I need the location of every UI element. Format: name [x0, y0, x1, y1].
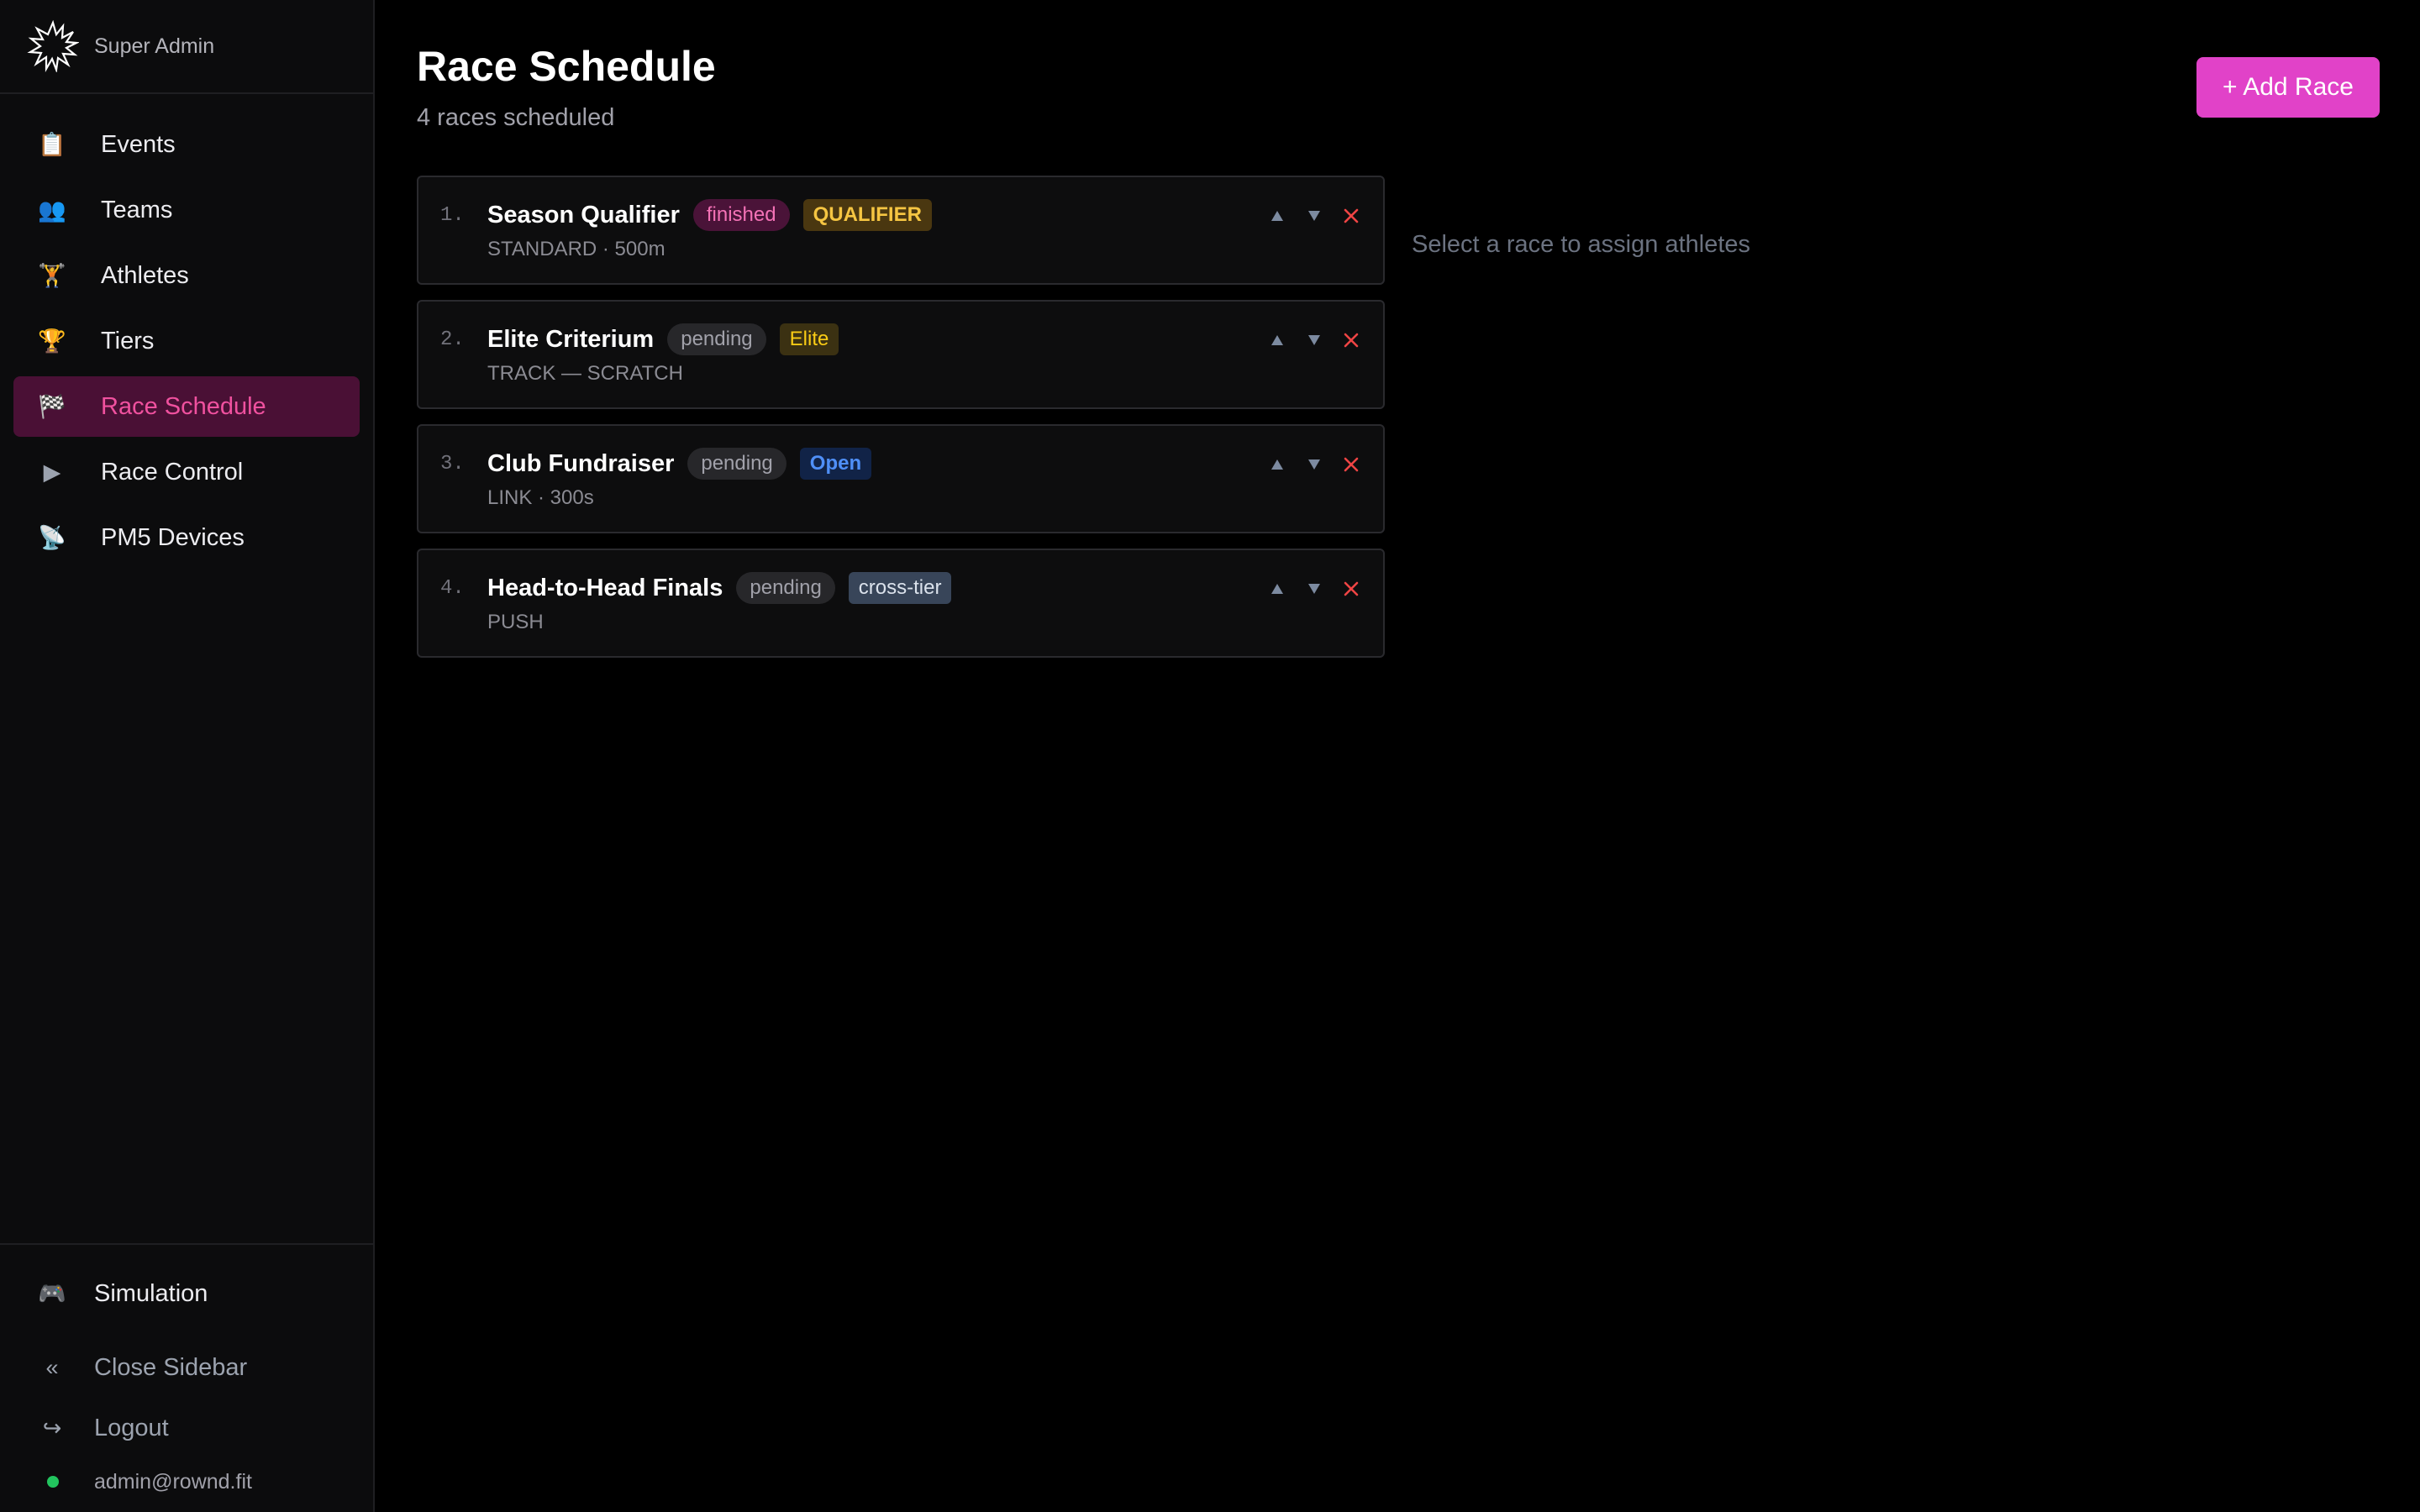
game-controller-icon: 🎮 — [38, 1281, 66, 1306]
sidebar-item-label: Race Schedule — [101, 392, 266, 420]
move-down-icon[interactable] — [1306, 449, 1323, 480]
delete-icon[interactable] — [1343, 325, 1360, 355]
race-number: 3. — [440, 452, 465, 475]
sidebar-item-simulation[interactable]: 🎮 Simulation — [0, 1263, 373, 1324]
race-card-actions — [1269, 201, 1360, 231]
weightlifter-icon: 🏋 — [38, 263, 66, 288]
move-up-icon[interactable] — [1269, 325, 1286, 355]
brand-header: Super Admin — [0, 0, 373, 94]
race-header-row: 1. Season Qualifier finished QUALIFIER — [440, 197, 1383, 233]
sidebar-item-label: Simulation — [94, 1279, 208, 1307]
starburst-logo-icon — [27, 20, 79, 72]
trophy-icon: 🏆 — [38, 328, 66, 354]
sidebar-item-athletes[interactable]: 🏋 Athletes — [13, 245, 360, 306]
schedule-content: 1. Season Qualifier finished QUALIFIER STAND… — [417, 176, 2380, 673]
clipboard-icon: 📋 — [38, 132, 66, 157]
race-card[interactable]: 4. Head-to-Head Finals pending cross-tier PU… — [417, 549, 1385, 658]
race-card-actions — [1269, 574, 1360, 604]
move-up-icon[interactable] — [1269, 201, 1286, 231]
race-tier-tag: QUALIFIER — [802, 199, 932, 231]
race-status-badge: pending — [687, 448, 786, 480]
app-root: Super Admin 📋 Events 👥 Teams 🏋 Athletes 🏆 Tiers… — [0, 0, 2420, 1512]
logout-button[interactable]: ↪ Logout — [0, 1398, 373, 1458]
sidebar-item-race-schedule[interactable]: 🏁 Race Schedule — [13, 376, 360, 437]
race-list: 1. Season Qualifier finished QUALIFIER STAND… — [417, 176, 1385, 673]
race-name: Elite Criterium — [487, 325, 655, 353]
race-status-badge: pending — [736, 572, 835, 604]
race-tier-tag: Elite — [779, 323, 839, 355]
race-number: 4. — [440, 576, 465, 600]
add-race-button[interactable]: + Add Race — [2196, 57, 2380, 118]
move-down-icon[interactable] — [1306, 201, 1323, 231]
move-up-icon[interactable] — [1269, 574, 1286, 604]
race-status-badge: finished — [692, 199, 790, 231]
sidebar-item-teams[interactable]: 👥 Teams — [13, 180, 360, 240]
double-chevron-left-icon: « — [45, 1354, 59, 1380]
page-title: Race Schedule — [417, 43, 716, 90]
sidebar-item-label: Tiers — [101, 327, 155, 354]
sidebar: Super Admin 📋 Events 👥 Teams 🏋 Athletes 🏆 Tiers… — [0, 0, 375, 1512]
assign-athletes-placeholder: Select a race to assign athletes — [1412, 231, 1751, 258]
play-button-icon: ▶ — [43, 459, 61, 485]
race-header-row: 2. Elite Criterium pending Elite — [440, 322, 1383, 357]
satellite-antenna-icon: 📡 — [38, 525, 66, 550]
delete-icon[interactable] — [1343, 201, 1360, 231]
sidebar-footer: 🎮 Simulation « Close Sidebar ↪ Logout ad… — [0, 1243, 373, 1512]
race-header-row: 4. Head-to-Head Finals pending cross-tier — [440, 570, 1383, 606]
race-format-meta: STANDARD · 500m — [487, 238, 666, 260]
delete-icon[interactable] — [1343, 449, 1360, 480]
move-up-icon[interactable] — [1269, 449, 1286, 480]
checkered-flag-icon: 🏁 — [38, 394, 66, 419]
people-icon: 👥 — [38, 197, 66, 223]
race-name: Season Qualifier — [487, 201, 680, 228]
close-sidebar-button[interactable]: « Close Sidebar — [0, 1337, 373, 1398]
delete-icon[interactable] — [1343, 574, 1360, 604]
sidebar-item-race-control[interactable]: ▶ Race Control — [13, 442, 360, 502]
sidebar-item-label: Events — [101, 130, 176, 158]
race-tier-tag: Open — [799, 448, 872, 480]
race-number: 1. — [440, 203, 465, 227]
sidebar-item-label: Race Control — [101, 458, 244, 486]
race-name: Club Fundraiser — [487, 449, 675, 477]
current-user: admin@rownd.fit — [0, 1458, 373, 1505]
sidebar-item-tiers[interactable]: 🏆 Tiers — [13, 311, 360, 371]
race-header-row: 3. Club Fundraiser pending Open — [440, 446, 1383, 481]
race-format-meta: LINK · 300s — [487, 486, 594, 509]
sidebar-item-events[interactable]: 📋 Events — [13, 114, 360, 175]
logout-icon: ↪ — [42, 1415, 62, 1441]
sidebar-nav: 📋 Events 👥 Teams 🏋 Athletes 🏆 Tiers 🏁 Race Schedu… — [0, 94, 373, 571]
race-card-actions — [1269, 449, 1360, 480]
move-down-icon[interactable] — [1306, 574, 1323, 604]
race-card[interactable]: 2. Elite Criterium pending Elite TRACK — SCR… — [417, 300, 1385, 409]
logout-label: Logout — [94, 1414, 169, 1441]
race-format-meta: TRACK — SCRATCH — [487, 362, 683, 385]
race-status-badge: pending — [667, 323, 766, 355]
online-status-dot-icon — [47, 1476, 59, 1488]
brand-name: Super Admin — [94, 34, 215, 58]
race-card-actions — [1269, 325, 1360, 355]
race-tier-tag: cross-tier — [848, 572, 952, 604]
race-name: Head-to-Head Finals — [487, 574, 723, 601]
race-card[interactable]: 1. Season Qualifier finished QUALIFIER STAND… — [417, 176, 1385, 285]
main-content: Race Schedule 4 races scheduled + Add Ra… — [375, 0, 2420, 1512]
race-format-meta: PUSH — [487, 611, 544, 633]
sidebar-item-label: Athletes — [101, 261, 189, 289]
sidebar-item-label: PM5 Devices — [101, 523, 245, 551]
sidebar-item-pm5-devices[interactable]: 📡 PM5 Devices — [13, 507, 360, 568]
race-number: 2. — [440, 328, 465, 351]
sidebar-item-label: Teams — [101, 196, 173, 223]
race-count: 4 races scheduled — [417, 104, 615, 131]
race-card[interactable]: 3. Club Fundraiser pending Open LINK · 300s — [417, 424, 1385, 533]
user-email: admin@rownd.fit — [94, 1469, 252, 1494]
move-down-icon[interactable] — [1306, 325, 1323, 355]
close-sidebar-label: Close Sidebar — [94, 1353, 248, 1381]
